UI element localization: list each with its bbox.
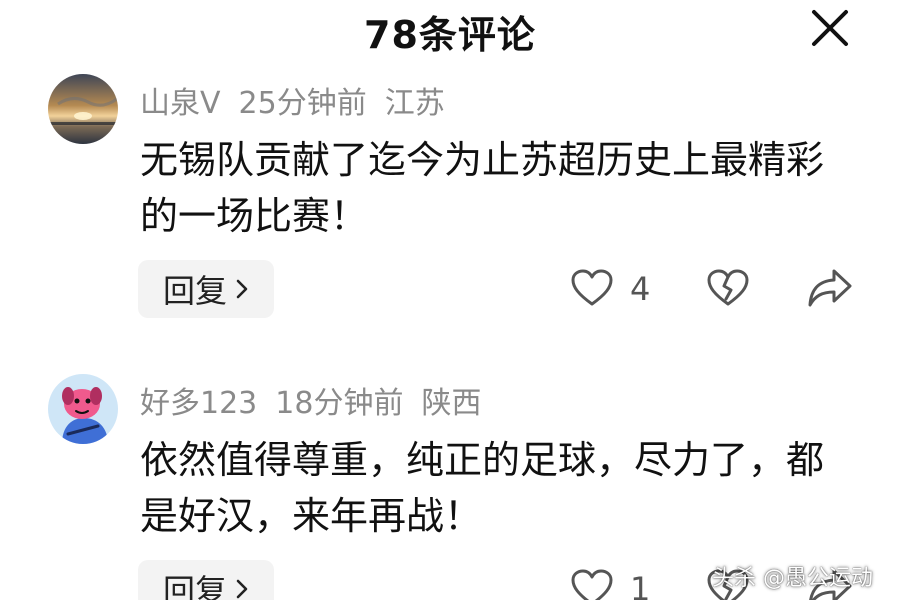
like-button[interactable] [570,268,614,308]
avatar[interactable] [48,74,118,144]
dislike-button[interactable] [706,268,750,308]
location: 江苏 [384,86,445,121]
reply-label: 回复 [162,272,227,310]
username[interactable]: 好多123 [140,386,257,421]
timestamp: 18分钟前 [275,386,404,421]
reply-button[interactable]: 回复 [138,560,274,600]
close-icon [812,10,848,46]
comments-panel: 78条评论 山泉V 25分钟前 江苏 无锡队贡献了迄今为止苏超历史上最精彩的一场… [0,0,900,600]
panel-header: 78条评论 [0,0,900,60]
comment-text: 依然值得尊重，纯正的足球，尽力了，都是好汉，来年再战！ [140,438,825,538]
comment-meta: 好多123 18分钟前 陕西 [140,378,499,422]
share-button[interactable] [806,266,854,310]
comment-item: 山泉V 25分钟前 江苏 无锡队贡献了迄今为止苏超历史上最精彩的一场比赛！ 回复 4 [0,70,900,340]
like-count: 1 [630,570,651,600]
chevron-right-icon [235,278,249,300]
like-button[interactable] [570,568,614,600]
comment-text: 无锡队贡献了迄今为止苏超历史上最精彩的一场比赛！ [140,138,825,238]
username[interactable]: 山泉V [140,86,221,121]
reply-label: 回复 [162,572,227,600]
chevron-right-icon [235,578,249,600]
broken-heart-icon [707,269,749,306]
share-arrow-icon [808,269,852,307]
heart-icon [571,269,613,306]
avatar[interactable] [48,374,118,444]
reply-button[interactable]: 回复 [138,260,274,318]
comments-count-title: 78条评论 [364,13,536,57]
location: 陕西 [421,386,482,421]
heart-icon [571,569,613,600]
timestamp: 25分钟前 [238,86,367,121]
close-button[interactable] [806,4,854,52]
watermark: 头杀 @愚公运动 [712,566,873,591]
like-count: 4 [630,270,651,308]
comment-meta: 山泉V 25分钟前 江苏 [140,78,463,122]
